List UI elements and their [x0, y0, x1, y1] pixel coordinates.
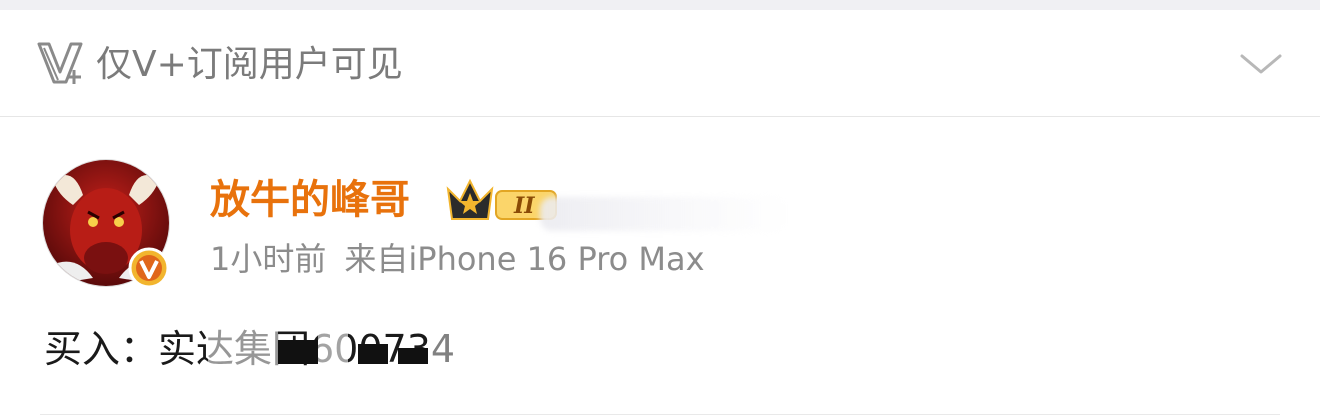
v-plus-icon: [37, 42, 83, 84]
post-header: 放牛的峰哥 II 1小时前 来自iPhone 16 Pro Max: [0, 117, 1320, 297]
divider: [40, 414, 1280, 415]
blurred-tags: [540, 197, 790, 231]
badge-level: II: [513, 193, 535, 219]
post-meta: 1小时前 来自iPhone 16 Pro Max: [210, 237, 705, 281]
top-strip: [0, 0, 1320, 10]
post-source: 来自iPhone 16 Pro Max: [344, 240, 705, 278]
avatar[interactable]: [42, 159, 170, 289]
vip-visibility-bar[interactable]: 仅V+订阅用户可见: [0, 10, 1320, 117]
vip-only-label: 仅V+订阅用户可见: [96, 44, 403, 85]
post-time: 1小时前: [210, 240, 327, 278]
redaction-overlay: [208, 330, 498, 370]
chevron-down-icon[interactable]: [1238, 48, 1284, 78]
author-name[interactable]: 放牛的峰哥: [210, 173, 410, 227]
verified-v-icon: [128, 247, 170, 289]
